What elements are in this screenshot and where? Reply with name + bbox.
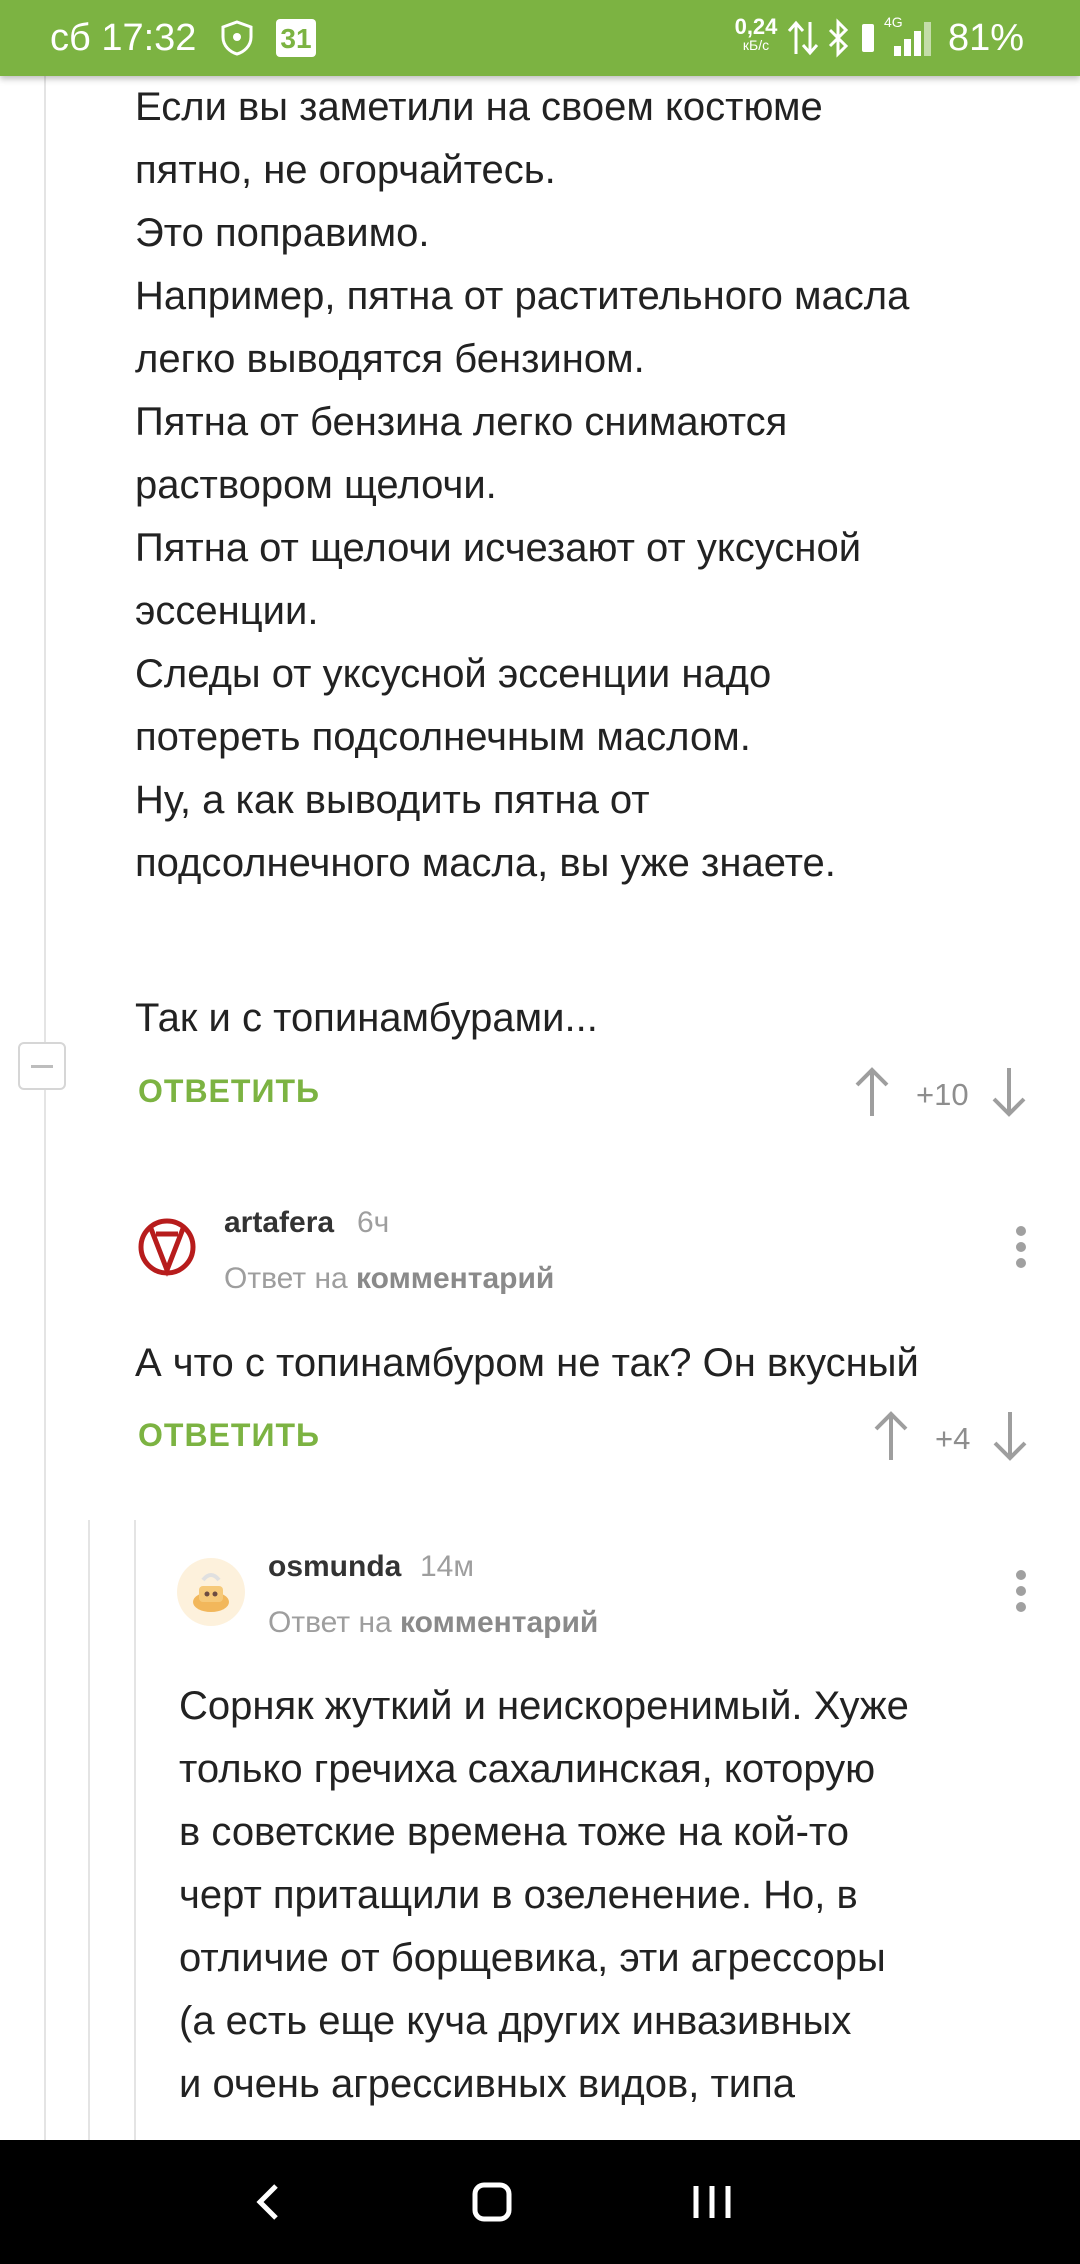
reply-to-link[interactable]: Ответ на комментарий bbox=[224, 1262, 554, 1296]
reply-to-link[interactable]: Ответ на комментарий bbox=[268, 1606, 598, 1640]
reply-to-target[interactable]: комментарий bbox=[356, 1262, 554, 1295]
thread-line bbox=[134, 1520, 136, 2140]
comment-body: А что с топинамбуром не так? Он вкусный bbox=[135, 1341, 919, 1385]
comment-line: в советские времена тоже на кой-то bbox=[179, 1810, 849, 1854]
vote-controls: +4 bbox=[871, 1408, 1030, 1469]
avatar[interactable] bbox=[177, 1558, 245, 1626]
comment-line: Пятна от бензина легко снимаются bbox=[135, 400, 788, 444]
reply-to-target[interactable]: комментарий bbox=[400, 1606, 598, 1639]
reply-button[interactable]: ОТВЕТИТЬ bbox=[138, 1073, 320, 1110]
status-bar: сб 17:32 31 0,24 кБ/с 4G 81% bbox=[0, 0, 1080, 76]
comment-line: Следы от уксусной эссенции надо bbox=[135, 652, 772, 696]
comment-line: пятно, не огорчайтесь. bbox=[135, 148, 556, 192]
comment-line: отличие от борщевика, эти агрессоры bbox=[179, 1936, 886, 1980]
network-speed: 0,24 кБ/с bbox=[730, 14, 782, 54]
comment-line: подсолнечного масла, вы уже знаете. bbox=[135, 841, 836, 885]
vote-controls: +10 bbox=[852, 1064, 1029, 1125]
username[interactable]: artafera bbox=[224, 1206, 334, 1240]
collapse-thread-button[interactable] bbox=[18, 1042, 66, 1090]
comment-line: Если вы заметили на своем костюме bbox=[135, 85, 823, 129]
downvote-arrow-icon[interactable] bbox=[990, 1408, 1030, 1469]
username[interactable]: osmunda bbox=[268, 1550, 401, 1584]
comment-line: (а есть еще куча других инвазивных bbox=[179, 1999, 852, 2043]
thread-line bbox=[44, 1090, 46, 2140]
reply-to-prefix: Ответ на bbox=[268, 1606, 392, 1639]
comment-line: раствором щелочи. bbox=[135, 463, 497, 507]
reply-to-prefix: Ответ на bbox=[224, 1262, 348, 1295]
thread-line bbox=[44, 76, 46, 1042]
calendar-icon: 31 bbox=[276, 19, 316, 57]
back-icon[interactable] bbox=[230, 2170, 310, 2234]
recent-apps-icon[interactable] bbox=[672, 2170, 752, 2234]
data-transfer-icon bbox=[786, 18, 820, 63]
reply-button[interactable]: ОТВЕТИТЬ bbox=[138, 1417, 320, 1454]
more-options-icon[interactable] bbox=[1006, 1216, 1036, 1276]
comment-body: Если вы заметили на своем костюме пятно,… bbox=[135, 76, 1035, 895]
upvote-arrow-icon[interactable] bbox=[871, 1408, 911, 1469]
comment-line: и очень агрессивных видов, типа bbox=[179, 2062, 796, 2106]
avatar[interactable] bbox=[132, 1212, 202, 1282]
comment-line: Это поправимо. bbox=[135, 211, 430, 255]
comment-line: Ну, а как выводить пятна от bbox=[135, 778, 650, 822]
comment-score: +10 bbox=[916, 1076, 969, 1112]
comment-line: эссенции. bbox=[135, 589, 319, 633]
battery-level: 81% bbox=[948, 17, 1025, 59]
status-time: сб 17:32 bbox=[50, 17, 197, 59]
home-icon[interactable] bbox=[452, 2170, 532, 2234]
comment-time: 6ч bbox=[357, 1206, 390, 1239]
network-speed-value: 0,24 bbox=[734, 14, 778, 39]
signal-icon bbox=[892, 18, 936, 63]
comment-score: +4 bbox=[935, 1420, 971, 1456]
comment-line: легко выводятся бензином. bbox=[135, 337, 645, 381]
thread-line bbox=[88, 1520, 90, 2140]
comment-line: потереть подсолнечным маслом. bbox=[135, 715, 751, 759]
comment-time: 14м bbox=[420, 1550, 474, 1583]
comment-line: Сорняк жуткий и неискоренимый. Хуже bbox=[179, 1684, 909, 1728]
more-options-icon[interactable] bbox=[1006, 1560, 1036, 1620]
navigation-bar bbox=[0, 2140, 1080, 2264]
vibrate-icon bbox=[856, 20, 880, 61]
upvote-arrow-icon[interactable] bbox=[852, 1064, 892, 1125]
comment-line: Пятна от щелочи исчезают от уксусной bbox=[135, 526, 862, 570]
shield-icon bbox=[220, 20, 254, 61]
downvote-arrow-icon[interactable] bbox=[989, 1064, 1029, 1125]
comment-line: Например, пятна от растительного масла bbox=[135, 274, 910, 318]
comment-line: Так и с топинамбурами... bbox=[135, 996, 598, 1040]
comment-body: Сорняк жуткий и неискоренимый. Хуже толь… bbox=[179, 1675, 1059, 2116]
bluetooth-icon bbox=[826, 18, 852, 63]
comment-line: черт притащили в озеленение. Но, в bbox=[179, 1873, 858, 1917]
comment-line: только гречиха сахалинская, которую bbox=[179, 1747, 876, 1791]
